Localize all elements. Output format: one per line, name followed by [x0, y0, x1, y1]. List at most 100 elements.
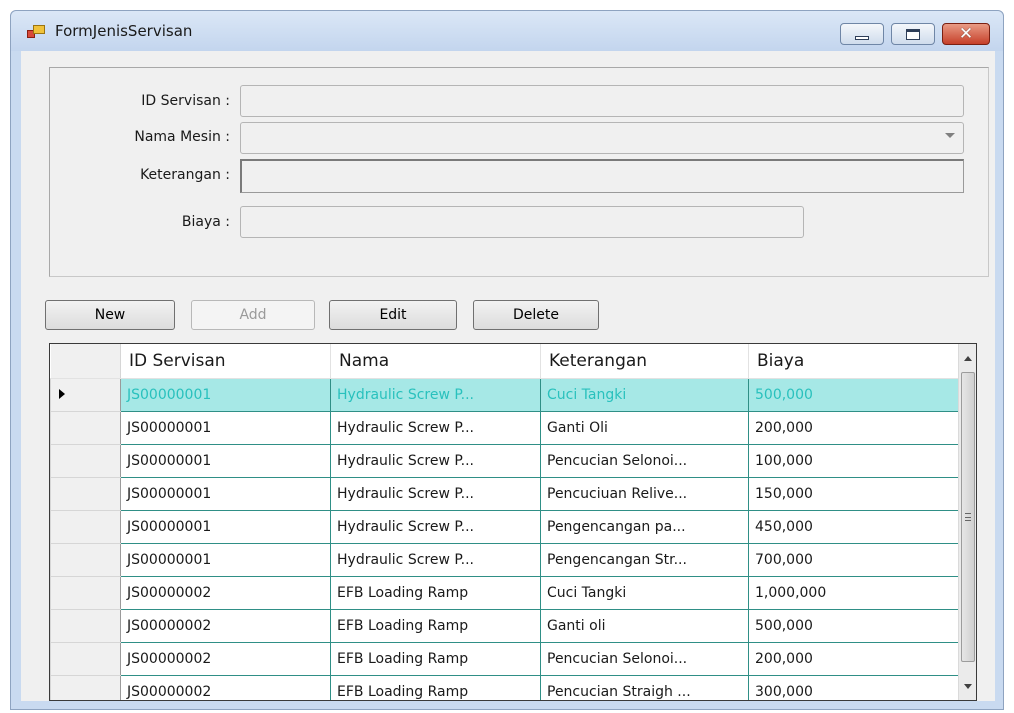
- maximize-button[interactable]: [891, 23, 935, 45]
- cell-id[interactable]: JS00000001: [120, 443, 331, 478]
- keterangan-field[interactable]: [240, 159, 964, 193]
- row-header[interactable]: [50, 377, 121, 412]
- row-header[interactable]: [50, 674, 121, 700]
- cell-keterangan[interactable]: Pencucian Selonoi...: [540, 443, 749, 478]
- window-title: FormJenisServisan: [55, 22, 193, 40]
- column-header-id[interactable]: ID Servisan: [120, 344, 331, 379]
- cell-nama[interactable]: EFB Loading Ramp: [330, 575, 541, 610]
- close-icon: ✕: [958, 23, 974, 44]
- table-row[interactable]: JS00000002 EFB Loading Ramp Pencucian St…: [50, 674, 959, 700]
- cell-biaya[interactable]: 500,000: [748, 608, 959, 643]
- table-row[interactable]: JS00000002 EFB Loading Ramp Pencucian Se…: [50, 641, 959, 676]
- edit-button[interactable]: Edit: [329, 300, 457, 330]
- cell-nama[interactable]: Hydraulic Screw P...: [330, 410, 541, 445]
- row-header[interactable]: [50, 608, 121, 643]
- jenis-servisan-grid[interactable]: ID Servisan Nama Keterangan Biaya JS0000…: [49, 343, 977, 701]
- cell-nama[interactable]: Hydraulic Screw P...: [330, 377, 541, 412]
- keterangan-input[interactable]: [242, 161, 963, 192]
- maximize-icon: [906, 28, 920, 40]
- chevron-down-icon[interactable]: [945, 133, 955, 138]
- table-row[interactable]: JS00000001 Hydraulic Screw P... Pengenca…: [50, 542, 959, 577]
- scroll-down-button[interactable]: [959, 676, 976, 696]
- table-row[interactable]: JS00000001 Hydraulic Screw P... Pencucia…: [50, 443, 959, 478]
- scroll-up-button[interactable]: [959, 348, 976, 368]
- cell-id[interactable]: JS00000001: [120, 377, 331, 412]
- cell-nama[interactable]: EFB Loading Ramp: [330, 641, 541, 676]
- biaya-label: Biaya :: [181, 214, 230, 230]
- id-servisan-label: ID Servisan :: [141, 93, 230, 109]
- nama-mesin-dropdown[interactable]: [240, 122, 964, 154]
- cell-nama[interactable]: Hydraulic Screw P...: [330, 443, 541, 478]
- title-bar[interactable]: FormJenisServisan ✕: [11, 11, 1003, 51]
- cell-keterangan[interactable]: Pengencangan pa...: [540, 509, 749, 544]
- cell-id[interactable]: JS00000002: [120, 575, 331, 610]
- table-row[interactable]: JS00000002 EFB Loading Ramp Cuci Tangki …: [50, 575, 959, 610]
- form-client-area: ID Servisan : Nama Mesin : Keterangan : …: [21, 51, 995, 701]
- column-header-nama[interactable]: Nama: [330, 344, 541, 379]
- cell-id[interactable]: JS00000002: [120, 674, 331, 700]
- row-header[interactable]: [50, 641, 121, 676]
- cell-biaya[interactable]: 300,000: [748, 674, 959, 700]
- cell-keterangan[interactable]: Cuci Tangki: [540, 377, 749, 412]
- delete-button[interactable]: Delete: [473, 300, 599, 330]
- cell-nama[interactable]: Hydraulic Screw P...: [330, 542, 541, 577]
- cell-nama[interactable]: Hydraulic Screw P...: [330, 476, 541, 511]
- table-row[interactable]: JS00000001 Hydraulic Screw P... Ganti Ol…: [50, 410, 959, 445]
- row-header-corner[interactable]: [50, 344, 121, 379]
- cell-id[interactable]: JS00000002: [120, 608, 331, 643]
- cell-id[interactable]: JS00000001: [120, 542, 331, 577]
- row-header[interactable]: [50, 542, 121, 577]
- cell-biaya[interactable]: 150,000: [748, 476, 959, 511]
- minimize-button[interactable]: [840, 23, 884, 45]
- biaya-input[interactable]: [241, 207, 803, 237]
- cell-biaya[interactable]: 200,000: [748, 410, 959, 445]
- biaya-field[interactable]: [240, 206, 804, 238]
- minimize-icon: [855, 36, 869, 40]
- cell-keterangan[interactable]: Pencucian Selonoi...: [540, 641, 749, 676]
- cell-id[interactable]: JS00000001: [120, 509, 331, 544]
- table-row[interactable]: JS00000001 Hydraulic Screw P... Pengenca…: [50, 509, 959, 544]
- arrow-up-icon: [964, 355, 972, 361]
- input-groupbox: ID Servisan : Nama Mesin : Keterangan : …: [49, 67, 989, 277]
- cell-nama[interactable]: EFB Loading Ramp: [330, 674, 541, 700]
- table-row[interactable]: JS00000001 Hydraulic Screw P... Cuci Tan…: [50, 377, 959, 412]
- cell-biaya[interactable]: 450,000: [748, 509, 959, 544]
- scroll-thumb[interactable]: [961, 372, 975, 662]
- id-servisan-input[interactable]: [241, 86, 963, 116]
- grid-header-row: ID Servisan Nama Keterangan Biaya: [50, 344, 959, 379]
- row-header[interactable]: [50, 509, 121, 544]
- cell-biaya[interactable]: 700,000: [748, 542, 959, 577]
- cell-id[interactable]: JS00000001: [120, 476, 331, 511]
- keterangan-label: Keterangan :: [140, 167, 230, 183]
- close-button[interactable]: ✕: [942, 23, 990, 45]
- cell-biaya[interactable]: 500,000: [748, 377, 959, 412]
- new-button[interactable]: New: [45, 300, 175, 330]
- cell-keterangan[interactable]: Ganti oli: [540, 608, 749, 643]
- row-header[interactable]: [50, 443, 121, 478]
- cell-keterangan[interactable]: Pencuciuan Relive...: [540, 476, 749, 511]
- cell-biaya[interactable]: 100,000: [748, 443, 959, 478]
- cell-nama[interactable]: EFB Loading Ramp: [330, 608, 541, 643]
- row-header[interactable]: [50, 476, 121, 511]
- arrow-down-icon: [964, 683, 972, 689]
- cell-keterangan[interactable]: Pencucian Straigh ...: [540, 674, 749, 700]
- cell-biaya[interactable]: 1,000,000: [748, 575, 959, 610]
- id-servisan-field[interactable]: [240, 85, 964, 117]
- cell-id[interactable]: JS00000002: [120, 641, 331, 676]
- cell-keterangan[interactable]: Cuci Tangki: [540, 575, 749, 610]
- column-header-biaya[interactable]: Biaya: [748, 344, 959, 379]
- add-button[interactable]: Add: [191, 300, 315, 330]
- row-header[interactable]: [50, 410, 121, 445]
- cell-keterangan[interactable]: Ganti Oli: [540, 410, 749, 445]
- column-header-keterangan[interactable]: Keterangan: [540, 344, 749, 379]
- table-row[interactable]: JS00000001 Hydraulic Screw P... Pencuciu…: [50, 476, 959, 511]
- cell-keterangan[interactable]: Pengencangan Str...: [540, 542, 749, 577]
- table-row[interactable]: JS00000002 EFB Loading Ramp Ganti oli 50…: [50, 608, 959, 643]
- cell-nama[interactable]: Hydraulic Screw P...: [330, 509, 541, 544]
- cell-id[interactable]: JS00000001: [120, 410, 331, 445]
- row-header[interactable]: [50, 575, 121, 610]
- app-form-icon: [27, 25, 45, 39]
- cell-biaya[interactable]: 200,000: [748, 641, 959, 676]
- nama-mesin-input[interactable]: [241, 123, 963, 153]
- grid-vertical-scrollbar[interactable]: [958, 344, 976, 700]
